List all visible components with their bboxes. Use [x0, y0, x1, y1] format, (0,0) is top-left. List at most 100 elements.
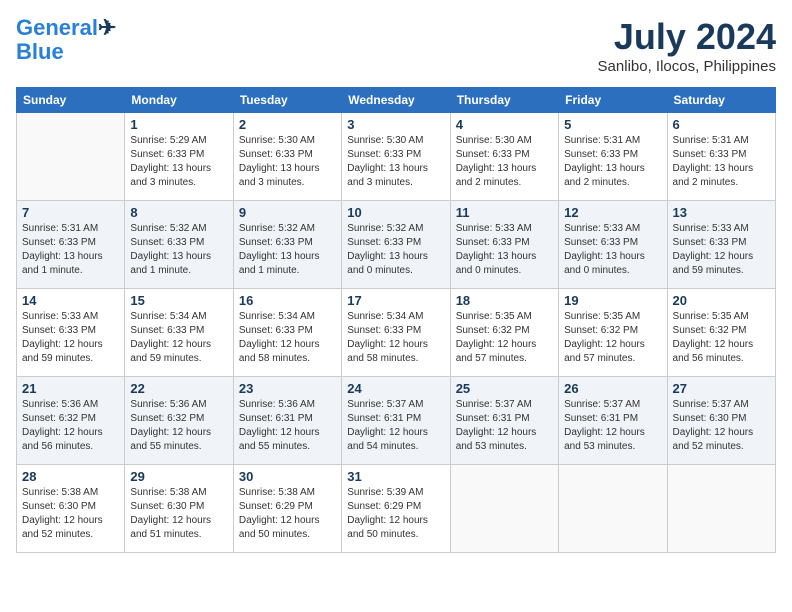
calendar-header: SundayMondayTuesdayWednesdayThursdayFrid…: [17, 88, 776, 113]
calendar-cell: 15 Sunrise: 5:34 AM Sunset: 6:33 PM Dayli…: [125, 289, 233, 377]
day-info: Sunrise: 5:36 AM Sunset: 6:32 PM Dayligh…: [130, 398, 227, 454]
calendar-cell: 7Sunrise: 5:31 AM Sunset: 6:33 PM Daylig…: [17, 201, 125, 289]
calendar-cell: 5 Sunrise: 5:31 AM Sunset: 6:33 PM Daylig…: [559, 113, 667, 201]
day-number: 22: [130, 381, 227, 396]
day-info: Sunrise: 5:36 AM Sunset: 6:32 PM Dayligh…: [22, 398, 119, 454]
calendar-cell: 6Sunrise: 5:31 AM Sunset: 6:33 PM Daylig…: [667, 113, 775, 201]
day-info: Sunrise: 5:30 AM Sunset: 6:33 PM Dayligh…: [456, 134, 553, 190]
calendar-cell: 30 Sunrise: 5:38 AM Sunset: 6:29 PM Dayli…: [233, 465, 341, 553]
calendar-cell: 10 Sunrise: 5:32 AM Sunset: 6:33 PM Dayli…: [342, 201, 450, 289]
calendar-cell: 9 Sunrise: 5:32 AM Sunset: 6:33 PM Daylig…: [233, 201, 341, 289]
day-info: Sunrise: 5:35 AM Sunset: 6:32 PM Dayligh…: [564, 310, 661, 366]
day-info: Sunrise: 5:33 AM Sunset: 6:33 PM Dayligh…: [456, 222, 553, 278]
day-info: Sunrise: 5:37 AM Sunset: 6:31 PM Dayligh…: [564, 398, 661, 454]
day-info: Sunrise: 5:37 AM Sunset: 6:31 PM Dayligh…: [347, 398, 444, 454]
day-number: 9: [239, 205, 336, 220]
calendar-cell: 14 Sunrise: 5:33 AM Sunset: 6:33 PM Dayli…: [17, 289, 125, 377]
location: Sanlibo, Ilocos, Philippines: [598, 58, 776, 75]
day-number: 17: [347, 293, 444, 308]
day-number: 15: [130, 293, 227, 308]
day-info: Sunrise: 5:37 AM Sunset: 6:30 PM Dayligh…: [673, 398, 770, 454]
day-number: 27: [673, 381, 770, 396]
calendar-cell: [559, 465, 667, 553]
calendar-cell: 12Sunrise: 5:33 AM Sunset: 6:33 PM Dayli…: [559, 201, 667, 289]
day-info: Sunrise: 5:30 AM Sunset: 6:33 PM Dayligh…: [239, 134, 336, 190]
day-info: Sunrise: 5:34 AM Sunset: 6:33 PM Dayligh…: [347, 310, 444, 366]
day-number: 10: [347, 205, 444, 220]
day-number: 26: [564, 381, 661, 396]
day-info: Sunrise: 5:36 AM Sunset: 6:31 PM Dayligh…: [239, 398, 336, 454]
header-sunday: Sunday: [17, 88, 125, 113]
calendar-cell: 29Sunrise: 5:38 AM Sunset: 6:30 PM Dayli…: [125, 465, 233, 553]
calendar-cell: 27 Sunrise: 5:37 AM Sunset: 6:30 PM Dayli…: [667, 377, 775, 465]
day-number: 21: [22, 381, 119, 396]
day-number: 19: [564, 293, 661, 308]
day-info: Sunrise: 5:30 AM Sunset: 6:33 PM Dayligh…: [347, 134, 444, 190]
day-number: 2: [239, 117, 336, 132]
calendar-cell: [667, 465, 775, 553]
calendar-cell: 26 Sunrise: 5:37 AM Sunset: 6:31 PM Dayli…: [559, 377, 667, 465]
day-info: Sunrise: 5:34 AM Sunset: 6:33 PM Dayligh…: [130, 310, 227, 366]
calendar-cell: 16Sunrise: 5:34 AM Sunset: 6:33 PM Dayli…: [233, 289, 341, 377]
day-number: 18: [456, 293, 553, 308]
day-number: 12: [564, 205, 661, 220]
calendar-cell: 24 Sunrise: 5:37 AM Sunset: 6:31 PM Dayli…: [342, 377, 450, 465]
week-row-1: 1 Sunrise: 5:29 AM Sunset: 6:33 PM Daylig…: [17, 113, 776, 201]
calendar-cell: 19 Sunrise: 5:35 AM Sunset: 6:32 PM Dayli…: [559, 289, 667, 377]
day-number: 23: [239, 381, 336, 396]
header-thursday: Thursday: [450, 88, 558, 113]
day-info: Sunrise: 5:35 AM Sunset: 6:32 PM Dayligh…: [673, 310, 770, 366]
month-year: July 2024: [598, 16, 776, 58]
day-number: 24: [347, 381, 444, 396]
day-info: Sunrise: 5:38 AM Sunset: 6:29 PM Dayligh…: [239, 486, 336, 542]
calendar-table: SundayMondayTuesdayWednesdayThursdayFrid…: [16, 87, 776, 553]
day-number: 8: [130, 205, 227, 220]
logo: General✈ Blue: [16, 16, 116, 64]
day-number: 11: [456, 205, 553, 220]
calendar-cell: 13 Sunrise: 5:33 AM Sunset: 6:33 PM Dayli…: [667, 201, 775, 289]
day-number: 6: [673, 117, 770, 132]
calendar-cell: 22 Sunrise: 5:36 AM Sunset: 6:32 PM Dayli…: [125, 377, 233, 465]
day-number: 28: [22, 469, 119, 484]
header-monday: Monday: [125, 88, 233, 113]
calendar-cell: 23 Sunrise: 5:36 AM Sunset: 6:31 PM Dayli…: [233, 377, 341, 465]
week-row-2: 7Sunrise: 5:31 AM Sunset: 6:33 PM Daylig…: [17, 201, 776, 289]
day-number: 31: [347, 469, 444, 484]
header-tuesday: Tuesday: [233, 88, 341, 113]
day-info: Sunrise: 5:31 AM Sunset: 6:33 PM Dayligh…: [564, 134, 661, 190]
title-block: July 2024 Sanlibo, Ilocos, Philippines: [598, 16, 776, 75]
header-row: SundayMondayTuesdayWednesdayThursdayFrid…: [17, 88, 776, 113]
day-number: 5: [564, 117, 661, 132]
week-row-4: 21 Sunrise: 5:36 AM Sunset: 6:32 PM Dayli…: [17, 377, 776, 465]
day-number: 1: [130, 117, 227, 132]
day-info: Sunrise: 5:33 AM Sunset: 6:33 PM Dayligh…: [22, 310, 119, 366]
day-info: Sunrise: 5:37 AM Sunset: 6:31 PM Dayligh…: [456, 398, 553, 454]
calendar-cell: [17, 113, 125, 201]
calendar-cell: 3 Sunrise: 5:30 AM Sunset: 6:33 PM Daylig…: [342, 113, 450, 201]
day-info: Sunrise: 5:33 AM Sunset: 6:33 PM Dayligh…: [673, 222, 770, 278]
day-number: 4: [456, 117, 553, 132]
calendar-cell: 11 Sunrise: 5:33 AM Sunset: 6:33 PM Dayli…: [450, 201, 558, 289]
calendar-cell: 2 Sunrise: 5:30 AM Sunset: 6:33 PM Daylig…: [233, 113, 341, 201]
day-number: 14: [22, 293, 119, 308]
day-number: 29: [130, 469, 227, 484]
calendar-cell: 28Sunrise: 5:38 AM Sunset: 6:30 PM Dayli…: [17, 465, 125, 553]
day-info: Sunrise: 5:29 AM Sunset: 6:33 PM Dayligh…: [130, 134, 227, 190]
calendar-cell: 25 Sunrise: 5:37 AM Sunset: 6:31 PM Dayli…: [450, 377, 558, 465]
header-friday: Friday: [559, 88, 667, 113]
calendar-cell: 20Sunrise: 5:35 AM Sunset: 6:32 PM Dayli…: [667, 289, 775, 377]
day-info: Sunrise: 5:39 AM Sunset: 6:29 PM Dayligh…: [347, 486, 444, 542]
day-info: Sunrise: 5:32 AM Sunset: 6:33 PM Dayligh…: [239, 222, 336, 278]
logo-blue: Blue: [16, 39, 64, 64]
calendar-cell: 31 Sunrise: 5:39 AM Sunset: 6:29 PM Dayli…: [342, 465, 450, 553]
day-number: 30: [239, 469, 336, 484]
calendar-cell: 8 Sunrise: 5:32 AM Sunset: 6:33 PM Daylig…: [125, 201, 233, 289]
day-number: 13: [673, 205, 770, 220]
day-info: Sunrise: 5:32 AM Sunset: 6:33 PM Dayligh…: [130, 222, 227, 278]
day-number: 25: [456, 381, 553, 396]
day-info: Sunrise: 5:32 AM Sunset: 6:33 PM Dayligh…: [347, 222, 444, 278]
day-number: 3: [347, 117, 444, 132]
week-row-5: 28Sunrise: 5:38 AM Sunset: 6:30 PM Dayli…: [17, 465, 776, 553]
logo-text: General✈ Blue: [16, 16, 116, 64]
calendar-cell: 4 Sunrise: 5:30 AM Sunset: 6:33 PM Daylig…: [450, 113, 558, 201]
